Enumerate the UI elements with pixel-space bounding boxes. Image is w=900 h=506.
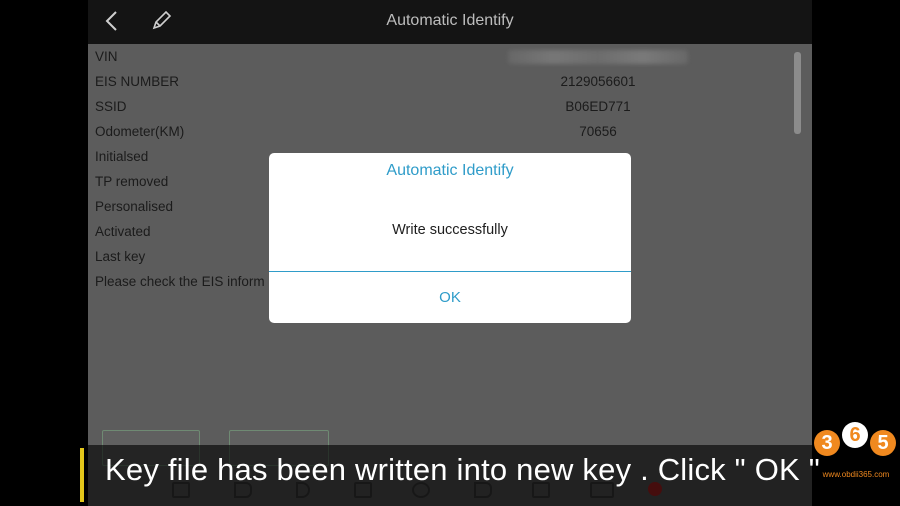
- ok-button[interactable]: OK: [269, 272, 631, 323]
- dialog-title: Automatic Identify: [386, 162, 514, 179]
- info-row-eis-number: EIS NUMBER 2129056601: [88, 69, 800, 94]
- obdii365-logo: 3 6 5 www.obdii365.com: [812, 420, 900, 486]
- scrollbar[interactable]: [794, 52, 801, 134]
- row-label: Initialsed: [95, 149, 149, 164]
- row-value: 70656: [579, 124, 617, 139]
- row-label: TP removed: [95, 174, 169, 189]
- row-label: Activated: [95, 224, 151, 239]
- info-row-vin: VIN: [88, 44, 800, 69]
- subtitle-accent-bar: [80, 448, 84, 502]
- row-label: EIS NUMBER: [95, 74, 180, 89]
- info-row-odometer: Odometer(KM) 70656: [88, 119, 800, 144]
- row-label: SSID: [95, 99, 127, 114]
- row-label: Odometer(KM): [95, 124, 185, 139]
- success-dialog: Automatic Identify Write successfully OK: [269, 153, 631, 323]
- blurred-vin-value: [508, 50, 688, 64]
- logo-digit: 6: [842, 422, 868, 448]
- row-label: Please check the EIS inform: [95, 274, 265, 289]
- row-label: Personalised: [95, 199, 174, 214]
- info-row-ssid: SSID B06ED771: [88, 94, 800, 119]
- row-value: 2129056601: [560, 74, 636, 89]
- row-label: Last key: [95, 249, 146, 264]
- top-bar: Automatic Identify: [88, 0, 812, 44]
- logo-digit: 3: [814, 430, 840, 456]
- page-title: Automatic Identify: [386, 12, 514, 29]
- row-value: B06ED771: [565, 99, 631, 114]
- logo-digit: 5: [870, 430, 896, 456]
- video-subtitle: Key file has been written into new key .…: [105, 452, 820, 487]
- logo-website: www.obdii365.com: [822, 470, 890, 479]
- row-label: VIN: [95, 49, 118, 64]
- dialog-message: Write successfully: [392, 222, 508, 238]
